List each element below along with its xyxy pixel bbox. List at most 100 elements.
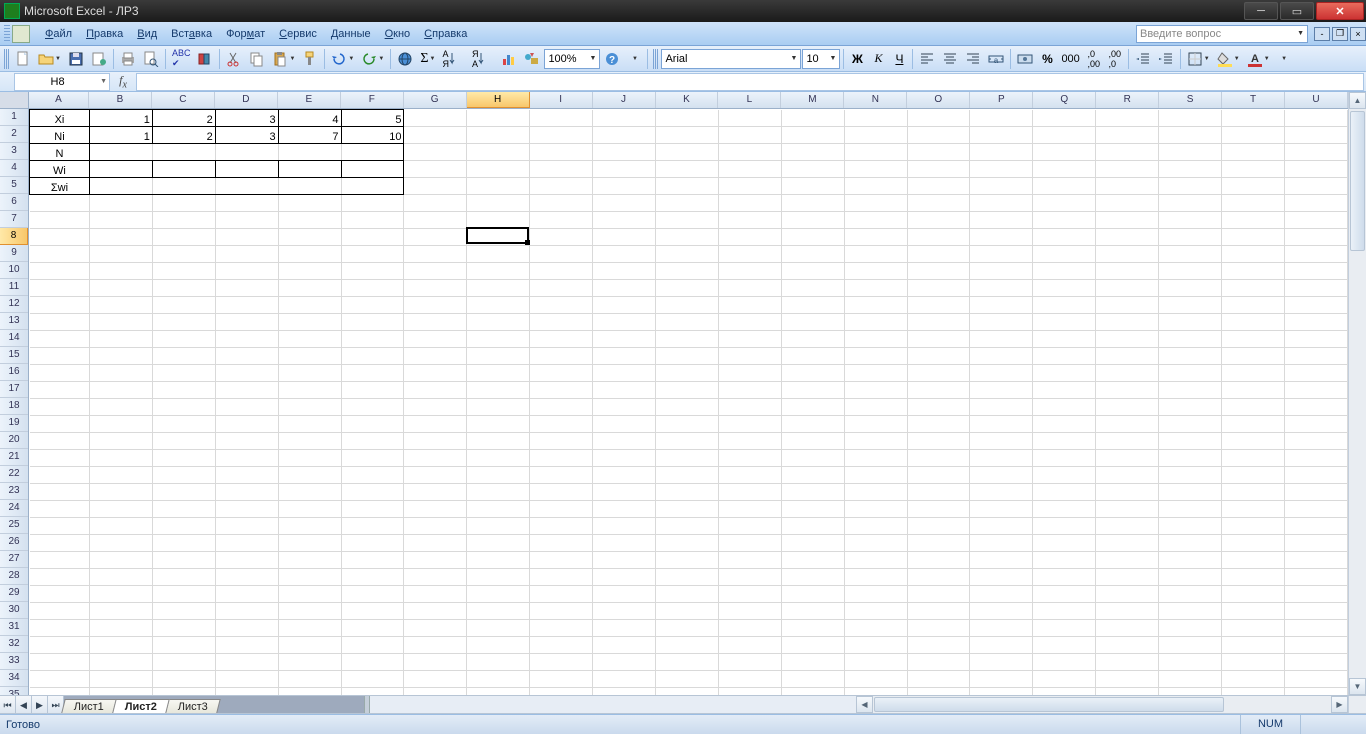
col-header-U[interactable]: U [1285,92,1348,108]
cell-K30[interactable] [656,603,719,620]
cell-I3[interactable] [530,144,593,161]
cell-I24[interactable] [530,501,593,518]
cell-A5[interactable]: Σwi [30,178,90,195]
cell-A35[interactable] [30,688,90,696]
cell-A8[interactable] [30,229,90,246]
cell-O21[interactable] [907,450,970,467]
cell-Q35[interactable] [1033,688,1096,696]
cell-L7[interactable] [718,212,781,229]
cell-M8[interactable] [781,229,844,246]
cell-R11[interactable] [1096,280,1159,297]
cell-G18[interactable] [404,399,467,416]
cell-G10[interactable] [404,263,467,280]
row-header-30[interactable]: 30 [0,602,28,619]
cell-U34[interactable] [1284,671,1347,688]
cell-N30[interactable] [844,603,907,620]
cell-C7[interactable] [152,212,215,229]
cell-M11[interactable] [781,280,844,297]
cell-F9[interactable] [341,246,404,263]
cell-B8[interactable] [89,229,152,246]
cell-G3[interactable] [404,144,467,161]
cell-M31[interactable] [781,620,844,637]
cell-Q12[interactable] [1033,297,1096,314]
cell-G27[interactable] [404,552,467,569]
cell-R27[interactable] [1096,552,1159,569]
cell-O16[interactable] [907,365,970,382]
cell-O20[interactable] [907,433,970,450]
cell-E10[interactable] [278,263,341,280]
cell-E28[interactable] [278,569,341,586]
cell-S26[interactable] [1159,535,1222,552]
cell-P28[interactable] [970,569,1033,586]
maximize-button[interactable]: ▭ [1280,2,1314,20]
row-headers[interactable]: 1234567891011121314151617181920212223242… [0,109,29,695]
undo-button[interactable]: ▼ [328,49,357,69]
col-header-Q[interactable]: Q [1033,92,1096,108]
cell-Q33[interactable] [1033,654,1096,671]
cell-A9[interactable] [30,246,90,263]
cell-B6[interactable] [89,195,152,212]
cell-R6[interactable] [1096,195,1159,212]
row-header-6[interactable]: 6 [0,194,28,211]
cell-C3[interactable] [152,144,215,161]
cell-B13[interactable] [89,314,152,331]
cell-O34[interactable] [907,671,970,688]
cell-G28[interactable] [404,569,467,586]
cell-N20[interactable] [844,433,907,450]
row-header-33[interactable]: 33 [0,653,28,670]
cell-U3[interactable] [1284,144,1347,161]
cell-H23[interactable] [467,484,530,501]
cell-N7[interactable] [844,212,907,229]
cell-N23[interactable] [844,484,907,501]
cell-T10[interactable] [1222,263,1285,280]
tab-nav-first[interactable]: ⏮ [0,696,16,713]
merge-center-button[interactable]: a [985,49,1007,69]
cell-H20[interactable] [467,433,530,450]
cell-R20[interactable] [1096,433,1159,450]
cell-S29[interactable] [1159,586,1222,603]
cell-S28[interactable] [1159,569,1222,586]
paste-button[interactable]: ▼ [269,49,298,69]
cell-E8[interactable] [278,229,341,246]
cell-T9[interactable] [1222,246,1285,263]
cell-G8[interactable] [404,229,467,246]
cell-L30[interactable] [718,603,781,620]
hscroll-thumb[interactable] [874,697,1224,712]
cell-L11[interactable] [718,280,781,297]
cell-L33[interactable] [718,654,781,671]
row-header-26[interactable]: 26 [0,534,28,551]
cell-N6[interactable] [844,195,907,212]
col-header-J[interactable]: J [593,92,656,108]
cell-O24[interactable] [907,501,970,518]
cell-H28[interactable] [467,569,530,586]
cell-R35[interactable] [1096,688,1159,696]
cell-O10[interactable] [907,263,970,280]
cell-J27[interactable] [593,552,656,569]
cell-J8[interactable] [593,229,656,246]
cell-P16[interactable] [970,365,1033,382]
cell-J16[interactable] [593,365,656,382]
cell-C29[interactable] [152,586,215,603]
cell-T18[interactable] [1222,399,1285,416]
cell-J28[interactable] [593,569,656,586]
cell-T34[interactable] [1222,671,1285,688]
cell-K15[interactable] [656,348,719,365]
cell-L27[interactable] [718,552,781,569]
align-left-button[interactable] [916,49,938,69]
cell-U13[interactable] [1284,314,1347,331]
cell-F15[interactable] [341,348,404,365]
cell-C26[interactable] [152,535,215,552]
cell-D3[interactable] [215,144,278,161]
cell-K9[interactable] [656,246,719,263]
cell-B30[interactable] [89,603,152,620]
cell-G12[interactable] [404,297,467,314]
cell-B28[interactable] [89,569,152,586]
cell-C33[interactable] [152,654,215,671]
cell-L23[interactable] [718,484,781,501]
row-header-10[interactable]: 10 [0,262,28,279]
cell-A13[interactable] [30,314,90,331]
cell-S18[interactable] [1159,399,1222,416]
cell-S9[interactable] [1159,246,1222,263]
cell-M34[interactable] [781,671,844,688]
cell-S14[interactable] [1159,331,1222,348]
